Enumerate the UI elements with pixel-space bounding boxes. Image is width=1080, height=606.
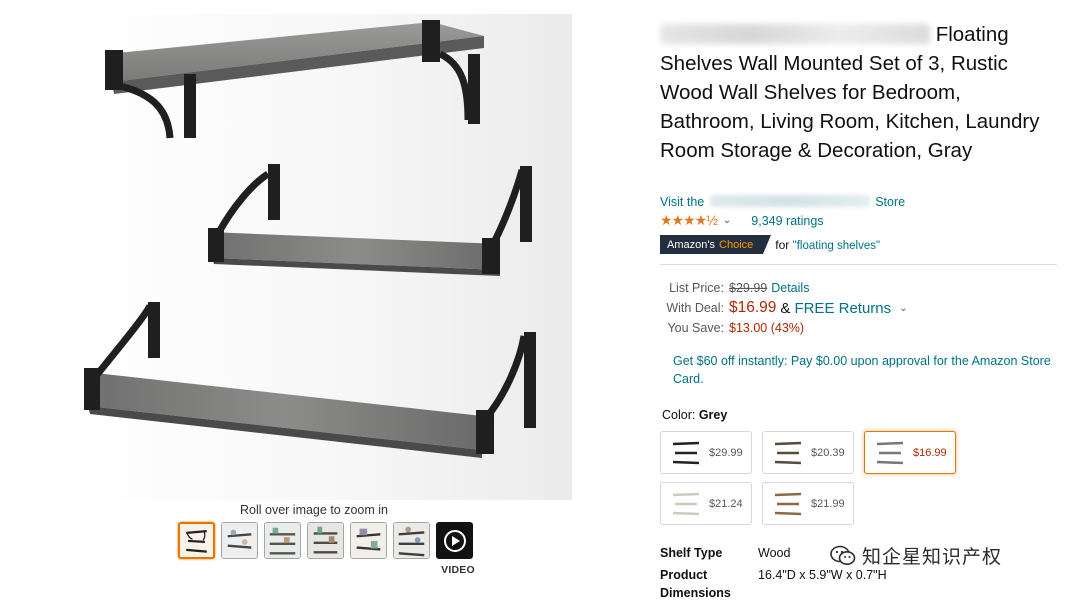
ratings-count-link[interactable]: 9,349 ratings: [751, 214, 823, 228]
store-prefix: Visit the: [660, 195, 705, 209]
color-option-1[interactable]: $29.99: [660, 431, 752, 474]
badge-for: for: [775, 237, 790, 252]
swatch-image: [669, 490, 703, 518]
you-save-row: You Save: $13.00 (43%): [660, 318, 1060, 338]
thumbnail-3[interactable]: [264, 522, 301, 559]
swatch-image: [669, 439, 703, 467]
store-suffix: Store: [875, 195, 906, 209]
swatch-price: $21.99: [811, 497, 845, 510]
store-card-offer-link[interactable]: Get $60 off instantly: Pay $0.00 upon ap…: [673, 352, 1053, 388]
rating-row: ★★★★½ ⌄ 9,349 ratings: [660, 212, 824, 229]
video-label: VIDEO: [441, 564, 475, 576]
spec-key: Product Dimensions: [660, 568, 731, 600]
free-returns-link[interactable]: FREE Returns: [794, 300, 891, 317]
chevron-down-icon[interactable]: ⌄: [723, 215, 731, 226]
color-selected-value: Grey: [698, 408, 728, 422]
color-option-3[interactable]: $16.99: [864, 431, 956, 474]
swatch-price: $21.24: [709, 497, 743, 510]
wechat-icon: [830, 545, 856, 567]
thumbnail-2[interactable]: [221, 522, 258, 559]
play-icon: [443, 529, 466, 552]
watermark-text: 知企星知识产权: [862, 547, 1003, 568]
video-thumbnail[interactable]: [436, 522, 473, 559]
amazons-choice-row: Amazon's Choice for "floating shelves": [660, 235, 880, 254]
ampersand: &: [780, 299, 791, 317]
visit-store-link[interactable]: Visit the Store: [660, 195, 905, 209]
shelves-illustration: [72, 14, 572, 500]
price-block: List Price: $29.99 Details With Deal: $1…: [660, 278, 1060, 338]
list-price-label: List Price:: [669, 281, 724, 295]
list-price-value: $29.99: [729, 281, 768, 295]
zoom-hint: Roll over image to zoom in: [240, 503, 388, 517]
swatch-image: [873, 439, 907, 467]
you-save-value: $13.00 (43%): [729, 321, 805, 335]
swatch-price: $16.99: [913, 446, 947, 459]
thumbnail-6[interactable]: [393, 522, 430, 559]
spec-row: Product Dimensions 16.4"D x 5.9"W x 0.7"…: [660, 566, 887, 602]
spec-value: 16.4"D x 5.9"W x 0.7"H: [758, 568, 887, 582]
color-label-text: Color:: [662, 408, 696, 422]
thumbnail-1[interactable]: [178, 522, 215, 559]
deal-price-label: With Deal:: [666, 301, 724, 315]
color-label: Color: Grey: [662, 408, 727, 422]
blurred-brand-name: [660, 24, 930, 44]
list-price-row: List Price: $29.99 Details: [660, 278, 1060, 298]
color-option-4[interactable]: $21.24: [660, 482, 752, 525]
spec-key: Shelf Type: [660, 546, 723, 560]
star-rating-icon[interactable]: ★★★★½: [660, 212, 718, 229]
deal-price-row: With Deal: $16.99 & FREE Returns ⌄: [660, 298, 1060, 318]
main-product-image[interactable]: [72, 14, 572, 500]
thumbnail-4[interactable]: [307, 522, 344, 559]
thumbnail-5[interactable]: [350, 522, 387, 559]
badge-for-text: for "floating shelves": [775, 238, 880, 252]
badge-query-link[interactable]: "floating shelves": [793, 240, 880, 252]
you-save-label: You Save:: [667, 321, 724, 335]
swatch-image: [771, 490, 805, 518]
color-option-2[interactable]: $20.39: [762, 431, 854, 474]
product-title: Floating Shelves Wall Mounted Set of 3, …: [660, 20, 1055, 165]
color-option-5[interactable]: $21.99: [762, 482, 854, 525]
deal-price-value: $16.99: [729, 299, 777, 316]
badge-prefix: Amazon's: [667, 238, 715, 251]
details-link[interactable]: Details: [771, 281, 809, 295]
badge-suffix: Choice: [719, 238, 754, 251]
thumbnail-strip: [178, 522, 473, 562]
swatch-price: $20.39: [811, 446, 845, 459]
watermark: 知企星知识产权: [830, 542, 1002, 569]
spec-value: Wood: [758, 546, 791, 560]
chevron-down-icon[interactable]: ⌄: [899, 303, 907, 314]
swatch-image: [771, 439, 805, 467]
amazons-choice-badge: Amazon's Choice: [660, 235, 772, 254]
swatch-price: $29.99: [709, 446, 743, 459]
blurred-store-name: [709, 195, 870, 207]
section-divider: [660, 264, 1057, 265]
